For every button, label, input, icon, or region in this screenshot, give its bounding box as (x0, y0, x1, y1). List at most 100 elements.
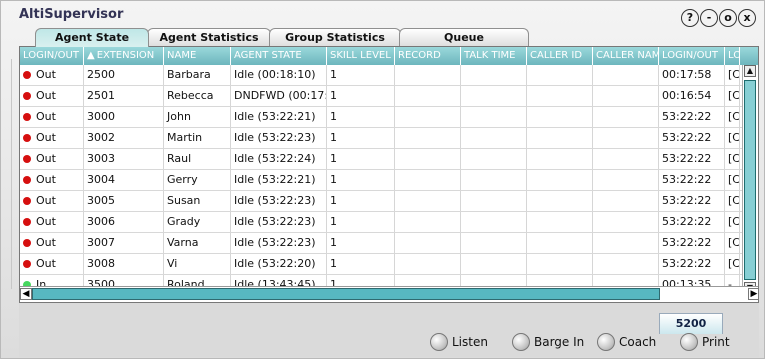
table-cell: Vi (164, 254, 231, 274)
table-row[interactable]: Out 3002 Martin Idle (53:22:23) 1 53:22:22 [C (20, 128, 758, 149)
status-label: Out (36, 89, 56, 102)
table-row[interactable]: Out 3000 John Idle (53:22:21) 1 53:22:22 [C (20, 107, 758, 128)
tab-group-statistics[interactable]: Group Statistics (269, 28, 401, 47)
table-cell: Idle (00:18:10) (231, 65, 327, 85)
status-dot-icon (23, 134, 31, 142)
table-cell: 3002 (84, 128, 164, 148)
column-header[interactable]: RECORD (395, 47, 461, 65)
table-row[interactable]: Out 3006 Grady Idle (53:22:23) 1 53:22:22 [C (20, 212, 758, 233)
table-cell: [C (725, 65, 740, 85)
print-button[interactable]: Print (680, 333, 730, 351)
column-header[interactable]: AGENT STATE (231, 47, 327, 65)
table-cell: 1 (327, 233, 395, 253)
table-cell: [C (725, 191, 740, 211)
restore-icon[interactable]: o (719, 9, 737, 27)
column-header[interactable]: LO (725, 47, 740, 65)
status-dot-icon (23, 239, 31, 247)
table-cell: Idle (53:22:23) (231, 212, 327, 232)
table-cell: 3004 (84, 170, 164, 190)
table-cell (395, 170, 461, 190)
close-icon[interactable]: x (738, 9, 756, 27)
tab-agent-state[interactable]: Agent State (35, 28, 149, 47)
tab-agent-statistics[interactable]: Agent Statistics (147, 28, 271, 47)
table-cell: Out (20, 254, 84, 274)
table-row[interactable]: Out 2501RebeccaDNDFWD (00:17:0!1 00:16:54[… (20, 86, 758, 107)
column-header[interactable]: LOGIN/OUT (659, 47, 725, 65)
table-row[interactable]: Out 3004 Gerry Idle (53:22:21) 1 53:22:22 [C (20, 170, 758, 191)
column-header[interactable]: CALLER ID (527, 47, 593, 65)
column-header[interactable]: ▲ EXTENSION (84, 47, 164, 65)
table-cell: Out (20, 170, 84, 190)
scroll-left-icon[interactable]: ◀ (20, 288, 32, 300)
barge-in-button[interactable]: Barge In (512, 333, 584, 351)
extension-tab[interactable]: 5200 (659, 313, 723, 334)
table-cell (593, 212, 659, 232)
table-cell: 53:22:22 (659, 191, 725, 211)
table-cell: 3005 (84, 191, 164, 211)
table-cell: Idle (53:22:21) (231, 170, 327, 190)
table-cell: Out (20, 191, 84, 211)
table-cell (395, 149, 461, 169)
table-cell (527, 254, 593, 274)
table-cell: [C (725, 149, 740, 169)
table-cell: Rebecca (164, 86, 231, 106)
table-row[interactable]: Out 3003 Raul Idle (53:22:24) 1 53:22:22 [C (20, 149, 758, 170)
table-cell (527, 86, 593, 106)
column-header[interactable]: CALLER NAM (593, 47, 659, 65)
table-cell: 53:22:22 (659, 170, 725, 190)
status-label: Out (36, 110, 56, 123)
minimize-icon[interactable]: - (700, 9, 718, 27)
radio-button-icon[interactable] (597, 333, 615, 351)
table-cell (395, 191, 461, 211)
column-header[interactable]: TALK TIME (461, 47, 527, 65)
table-cell: 53:22:22 (659, 107, 725, 127)
table-cell (593, 107, 659, 127)
table-cell: 3003 (84, 149, 164, 169)
table-cell: Idle (53:22:23) (231, 128, 327, 148)
table-cell (593, 86, 659, 106)
help-icon[interactable]: ? (681, 9, 699, 27)
horizontal-scroll-thumb[interactable] (32, 288, 660, 300)
table-cell: 3000 (84, 107, 164, 127)
table-cell: Out (20, 233, 84, 253)
status-label: Out (36, 257, 56, 270)
table-cell: Idle (53:22:21) (231, 107, 327, 127)
table-cell: Idle (53:22:23) (231, 233, 327, 253)
table-row[interactable]: Out 3007 Varna Idle (53:22:23) 1 53:22:22 [C (20, 233, 758, 254)
table-cell: 3008 (84, 254, 164, 274)
status-dot-icon (23, 71, 31, 79)
table-row[interactable]: Out 3008 Vi Idle (53:22:20) 1 53:22:22 [C (20, 254, 758, 275)
column-header[interactable]: LOGIN/OUT (20, 47, 84, 65)
radio-button-icon[interactable] (430, 333, 448, 351)
status-dot-icon (23, 155, 31, 163)
radio-button-icon[interactable] (512, 333, 530, 351)
scroll-up-icon[interactable]: ▲ (744, 65, 756, 77)
horizontal-scrollbar[interactable]: ◀ ▶ (20, 286, 758, 302)
tab-queue[interactable]: Queue (399, 28, 529, 47)
status-dot-icon (23, 197, 31, 205)
vertical-scrollbar[interactable]: ▲ ▼ (742, 65, 758, 294)
table-cell: 53:22:22 (659, 254, 725, 274)
table-cell (461, 212, 527, 232)
barge-in-label: Barge In (534, 335, 585, 349)
table-cell: Grady (164, 212, 231, 232)
table-cell: Out (20, 128, 84, 148)
scroll-right-icon[interactable]: ▶ (748, 288, 758, 300)
app-window: AltiSupervisor ? - o x Agent State Agent… (0, 0, 765, 359)
table-cell: 1 (327, 149, 395, 169)
column-header[interactable]: NAME (164, 47, 231, 65)
listen-button[interactable]: Listen (430, 333, 488, 351)
table-cell (527, 128, 593, 148)
table-cell: Raul (164, 149, 231, 169)
table-cell: John (164, 107, 231, 127)
coach-button[interactable]: Coach (597, 333, 656, 351)
radio-button-icon[interactable] (680, 333, 698, 351)
table-cell (461, 107, 527, 127)
vertical-scroll-thumb[interactable] (744, 80, 756, 280)
table-row[interactable]: Out 2500 Barbara Idle (00:18:10) 1 00:17:58 [C (20, 65, 758, 86)
table-row[interactable]: Out 3005 Susan Idle (53:22:23) 1 53:22:22 [C (20, 191, 758, 212)
table-cell: [C (725, 233, 740, 253)
table-cell: Martin (164, 128, 231, 148)
column-header[interactable]: SKILL LEVEL (327, 47, 395, 65)
table-cell (527, 191, 593, 211)
